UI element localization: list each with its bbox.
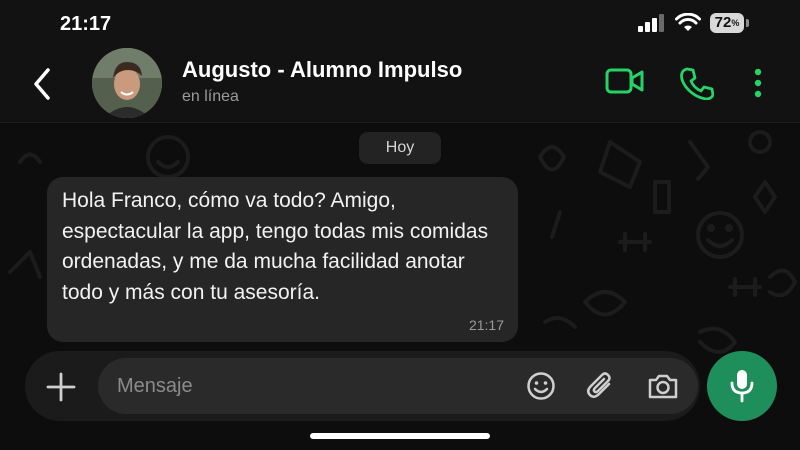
sticker-icon[interactable] xyxy=(526,371,556,401)
contact-name[interactable]: Augusto - Alumno Impulso xyxy=(182,57,462,83)
avatar[interactable] xyxy=(92,48,162,118)
battery-tip xyxy=(746,19,749,27)
message-text: Hola Franco, cómo va todo? Amigo, espect… xyxy=(62,189,489,304)
wifi-icon xyxy=(675,13,701,31)
microphone-button[interactable] xyxy=(707,351,777,421)
contact-status: en línea xyxy=(182,88,239,105)
battery-indicator: 72% xyxy=(710,13,744,33)
battery-unit: % xyxy=(731,18,740,28)
plus-icon[interactable] xyxy=(45,371,77,403)
chat-header: Augusto - Alumno Impulso en línea xyxy=(0,46,800,123)
message-bubble-incoming[interactable]: Hola Franco, cómo va todo? Amigo, espect… xyxy=(47,177,518,342)
more-options-icon[interactable] xyxy=(752,68,764,98)
camera-icon[interactable] xyxy=(647,372,679,400)
status-time: 21:17 xyxy=(60,13,112,35)
status-bar: 21:17 72% xyxy=(0,0,800,46)
avatar-photo xyxy=(92,48,162,118)
date-separator: Hoy xyxy=(359,132,441,164)
battery-level: 72 xyxy=(714,14,732,31)
back-arrow-icon[interactable] xyxy=(28,64,58,104)
phone-icon[interactable] xyxy=(680,66,714,100)
microphone-icon xyxy=(730,370,754,403)
message-time: 21:17 xyxy=(468,317,504,333)
cellular-signal-icon xyxy=(638,14,664,32)
home-indicator xyxy=(310,433,490,439)
video-call-icon[interactable] xyxy=(605,66,645,96)
paperclip-icon[interactable] xyxy=(586,370,616,402)
